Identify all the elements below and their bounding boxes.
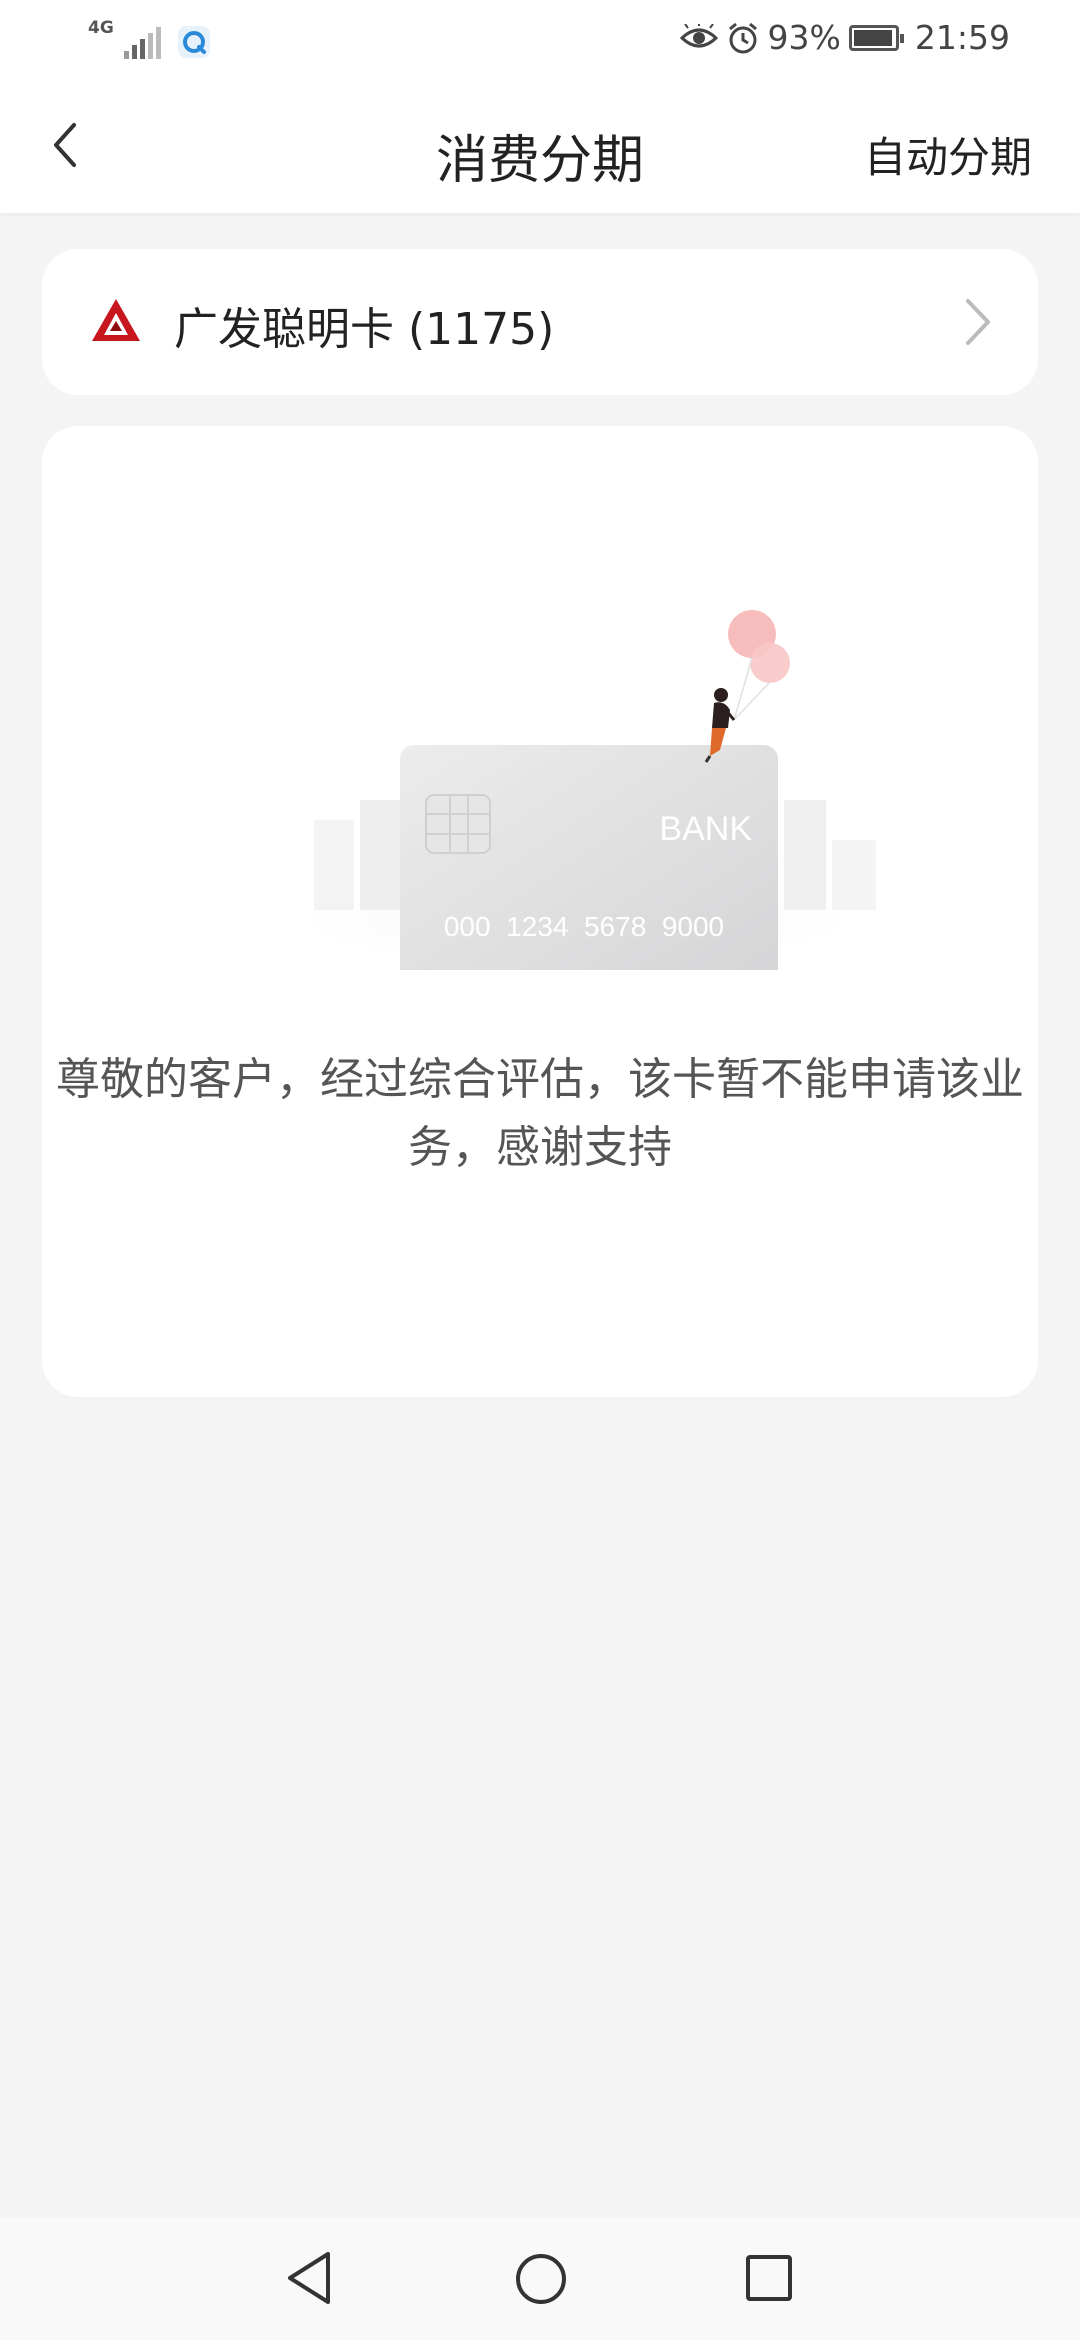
alarm-icon	[728, 22, 757, 53]
auto-installment-button[interactable]: 自动分期	[864, 124, 1032, 185]
nav-back-icon[interactable]	[284, 2248, 334, 2308]
bank-card-illustration: BANK 000 1234 5678 9000	[274, 610, 876, 970]
battery-percent: 93%	[767, 18, 841, 57]
top-bar: 4G 93% 21:59 消费分期 自动分期	[0, 0, 1080, 213]
eye-comfort-icon	[679, 23, 718, 47]
ineligible-message: 尊敬的客户，经过综合评估，该卡暂不能申请该业务，感谢支持	[56, 1054, 1024, 1173]
card-name: 广发聪明卡 (1175)	[174, 304, 555, 355]
system-navigation-bar	[0, 2218, 1080, 2340]
app-notification-icon	[177, 26, 210, 58]
nav-home-icon[interactable]	[514, 2252, 568, 2306]
card-selector[interactable]: 广发聪明卡 (1175)	[42, 249, 1038, 395]
battery-icon	[848, 24, 904, 51]
chevron-right-icon	[966, 299, 990, 345]
bank-logo-icon	[92, 299, 140, 341]
nav-recent-icon[interactable]	[745, 2254, 793, 2302]
illustration-card-number: 000 1234 5678 9000	[444, 911, 724, 942]
status-bar: 4G 93% 21:59	[0, 0, 1080, 80]
network-type: 4G	[88, 18, 114, 38]
clock: 21:59	[914, 18, 1010, 57]
nav-bar: 消费分期 自动分期	[0, 80, 1080, 213]
empty-state-card: BANK 000 1234 5678 9000 尊敬的客户，经过综合评估，该卡暂…	[42, 426, 1038, 1397]
signal-icon	[123, 27, 161, 59]
illustration-bank-text: BANK	[659, 810, 752, 848]
